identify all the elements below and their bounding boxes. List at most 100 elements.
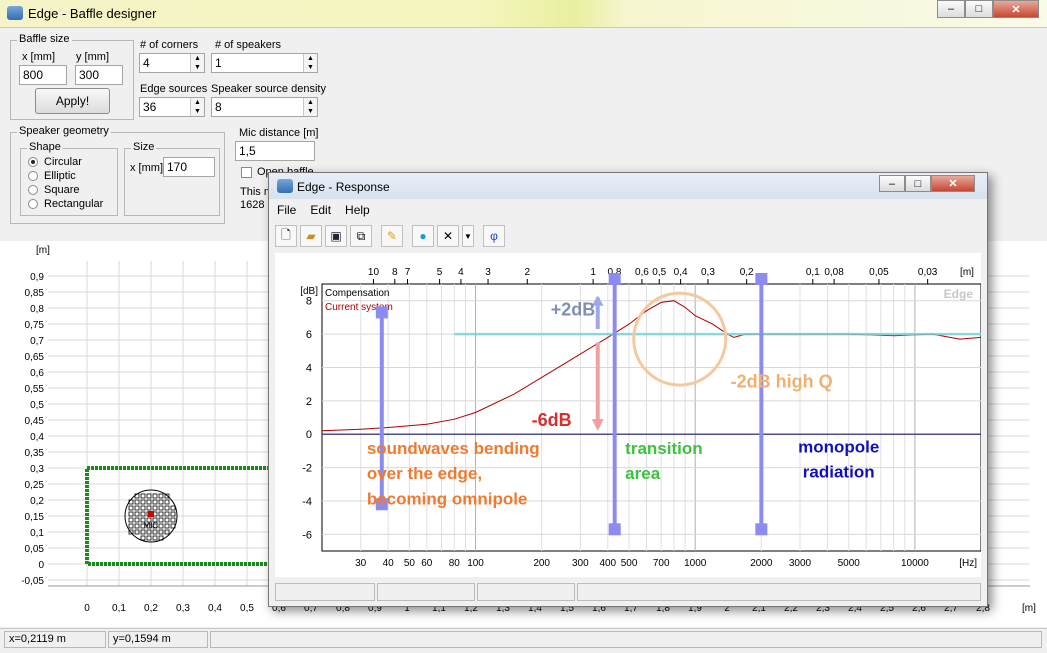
speaker-source-dot — [140, 499, 146, 505]
size-input[interactable]: 170 — [163, 157, 215, 177]
speaker-source-dot — [164, 517, 170, 523]
speaker-source-dot — [128, 517, 134, 523]
y-tick-label: 0,4 — [30, 432, 44, 443]
globe-icon[interactable]: ● — [412, 225, 434, 247]
open-baffle-checkbox[interactable] — [241, 167, 252, 178]
new-file-icon[interactable]: 🗋 — [275, 225, 297, 247]
maximize-button[interactable]: □ — [905, 175, 931, 192]
shape-option-label: Rectangular — [44, 198, 104, 210]
baffle-x-input[interactable]: 800 — [19, 65, 67, 85]
main-title-bar[interactable]: Edge - Baffle designer – □ ✕ — [0, 0, 1047, 28]
speaker-source-dot — [128, 511, 134, 517]
y-tick-label: 0,2 — [30, 496, 44, 507]
top-tick-label: 0,5 — [652, 267, 666, 278]
close-button[interactable]: ✕ — [931, 175, 975, 192]
speaker-source-dot — [158, 523, 164, 529]
response-title-bar[interactable]: Edge - Response – □ ✕ — [269, 173, 987, 199]
speaker-density-stepper[interactable]: 8 ▲ ▼ — [211, 97, 318, 117]
y-tick-label: 0,85 — [25, 288, 45, 299]
main-window-title: Edge - Baffle designer — [28, 6, 157, 21]
mic-marker — [148, 511, 154, 517]
speakers-stepper[interactable]: 1 ▲ ▼ — [211, 53, 318, 73]
edge-sources-stepper[interactable]: 36 ▲ ▼ — [139, 97, 205, 117]
mic-distance-input[interactable]: 1,5 — [235, 141, 315, 161]
open-folder-icon[interactable]: ▰ — [300, 225, 322, 247]
legend-compensation: Compensation — [325, 288, 389, 299]
response-window[interactable]: Edge - Response – □ ✕ File Edit Help 🗋 ▰… — [268, 172, 988, 607]
y-tick-label: -6 — [302, 529, 312, 541]
delete-x-icon[interactable]: ✕ — [437, 225, 459, 247]
speaker-source-dot — [158, 505, 164, 511]
apply-button[interactable]: Apply! — [35, 88, 110, 114]
y-tick-label: 0,75 — [25, 320, 45, 331]
top-tick-label: 2 — [524, 267, 530, 278]
edge-sources-label: Edge sources — [140, 83, 208, 95]
baffle-y-input[interactable]: 300 — [75, 65, 123, 85]
speaker-density-value: 8 — [215, 100, 222, 114]
speaker-source-dot — [134, 505, 140, 511]
y-tick-label: 0,15 — [25, 512, 45, 523]
top-tick-label: 0,1 — [806, 267, 820, 278]
speaker-source-dot — [152, 499, 158, 505]
corners-label: # of corners — [140, 39, 199, 51]
speaker-source-dot — [158, 493, 164, 499]
annotation-soundwaves-line1: soundwaves bending — [367, 439, 540, 458]
speaker-source-dot — [164, 523, 170, 529]
x-tick-label: 50 — [404, 558, 416, 569]
pencil-icon[interactable]: ✎ — [381, 225, 403, 247]
minimize-button[interactable]: – — [937, 0, 965, 18]
copy-icon[interactable]: ⧉ — [350, 225, 372, 247]
plot-area — [321, 283, 982, 552]
y-axis-label: [dB] — [300, 286, 318, 297]
y-tick-label: 0,45 — [25, 416, 45, 427]
menu-file[interactable]: File — [277, 203, 296, 221]
spin-arrows-icon[interactable]: ▲ ▼ — [190, 98, 204, 116]
speaker-source-dot — [146, 535, 152, 541]
spin-arrows-icon[interactable]: ▲ ▼ — [303, 98, 317, 116]
y-readout: y=0,1594 m — [108, 631, 208, 648]
speaker-source-dot — [152, 535, 158, 541]
phi-icon[interactable]: φ — [483, 225, 505, 247]
status-panel — [477, 583, 575, 601]
speaker-source-dot — [128, 505, 134, 511]
x-tick-label: 40 — [383, 558, 395, 569]
spin-arrows-icon[interactable]: ▲ ▼ — [303, 54, 317, 72]
x-tick-label: 0 — [84, 603, 90, 614]
response-graph[interactable]: 8 6 4 2 0 -2 -4 -6 30 40 50 60 80 100 200 300 400 500 700 1… — [275, 253, 982, 577]
dropdown-arrow-icon[interactable]: ▼ — [462, 225, 474, 247]
shape-radio-circular[interactable]: Circular — [28, 156, 82, 168]
shape-radio-elliptic[interactable]: Elliptic — [28, 170, 76, 182]
status-panel — [377, 583, 475, 601]
speaker-geometry-label: Speaker geometry — [17, 125, 111, 137]
y-tick-label: 0,35 — [25, 448, 45, 459]
top-tick-label: 0,4 — [674, 267, 688, 278]
top-tick-label: 8 — [392, 267, 398, 278]
x-tick-label: 300 — [572, 558, 589, 569]
annotation-soundwaves-line2: over the edge, — [367, 464, 482, 483]
speaker-source-dot — [146, 505, 152, 511]
top-tick-label: 0,2 — [740, 267, 754, 278]
speaker-source-dot — [170, 517, 176, 523]
x-tick-label: 0,4 — [208, 603, 222, 614]
minimize-button[interactable]: – — [879, 175, 905, 192]
menu-help[interactable]: Help — [345, 203, 370, 221]
status-panel — [577, 583, 981, 601]
speaker-source-dot — [164, 499, 170, 505]
maximize-button[interactable]: □ — [965, 0, 993, 18]
menu-edit[interactable]: Edit — [310, 203, 331, 221]
x-tick-label: 400 — [599, 558, 616, 569]
x-tick-label: 100 — [467, 558, 484, 569]
annotation-soundwaves-line3: becoming omnipole — [367, 489, 528, 508]
shape-radio-rectangular[interactable]: Rectangular — [28, 198, 103, 210]
close-button[interactable]: ✕ — [993, 0, 1039, 18]
speaker-source-dot — [146, 493, 152, 499]
corners-stepper[interactable]: 4 ▲ ▼ — [139, 53, 205, 73]
speaker-source-dot — [158, 517, 164, 523]
shape-radio-square[interactable]: Square — [28, 184, 79, 196]
spin-arrows-icon[interactable]: ▲ ▼ — [190, 54, 204, 72]
status-panel — [275, 583, 375, 601]
region-marker-end — [755, 523, 768, 536]
speaker-source-dot — [170, 511, 176, 517]
speaker-source-dot — [170, 505, 176, 511]
save-icon[interactable]: ▣ — [325, 225, 347, 247]
